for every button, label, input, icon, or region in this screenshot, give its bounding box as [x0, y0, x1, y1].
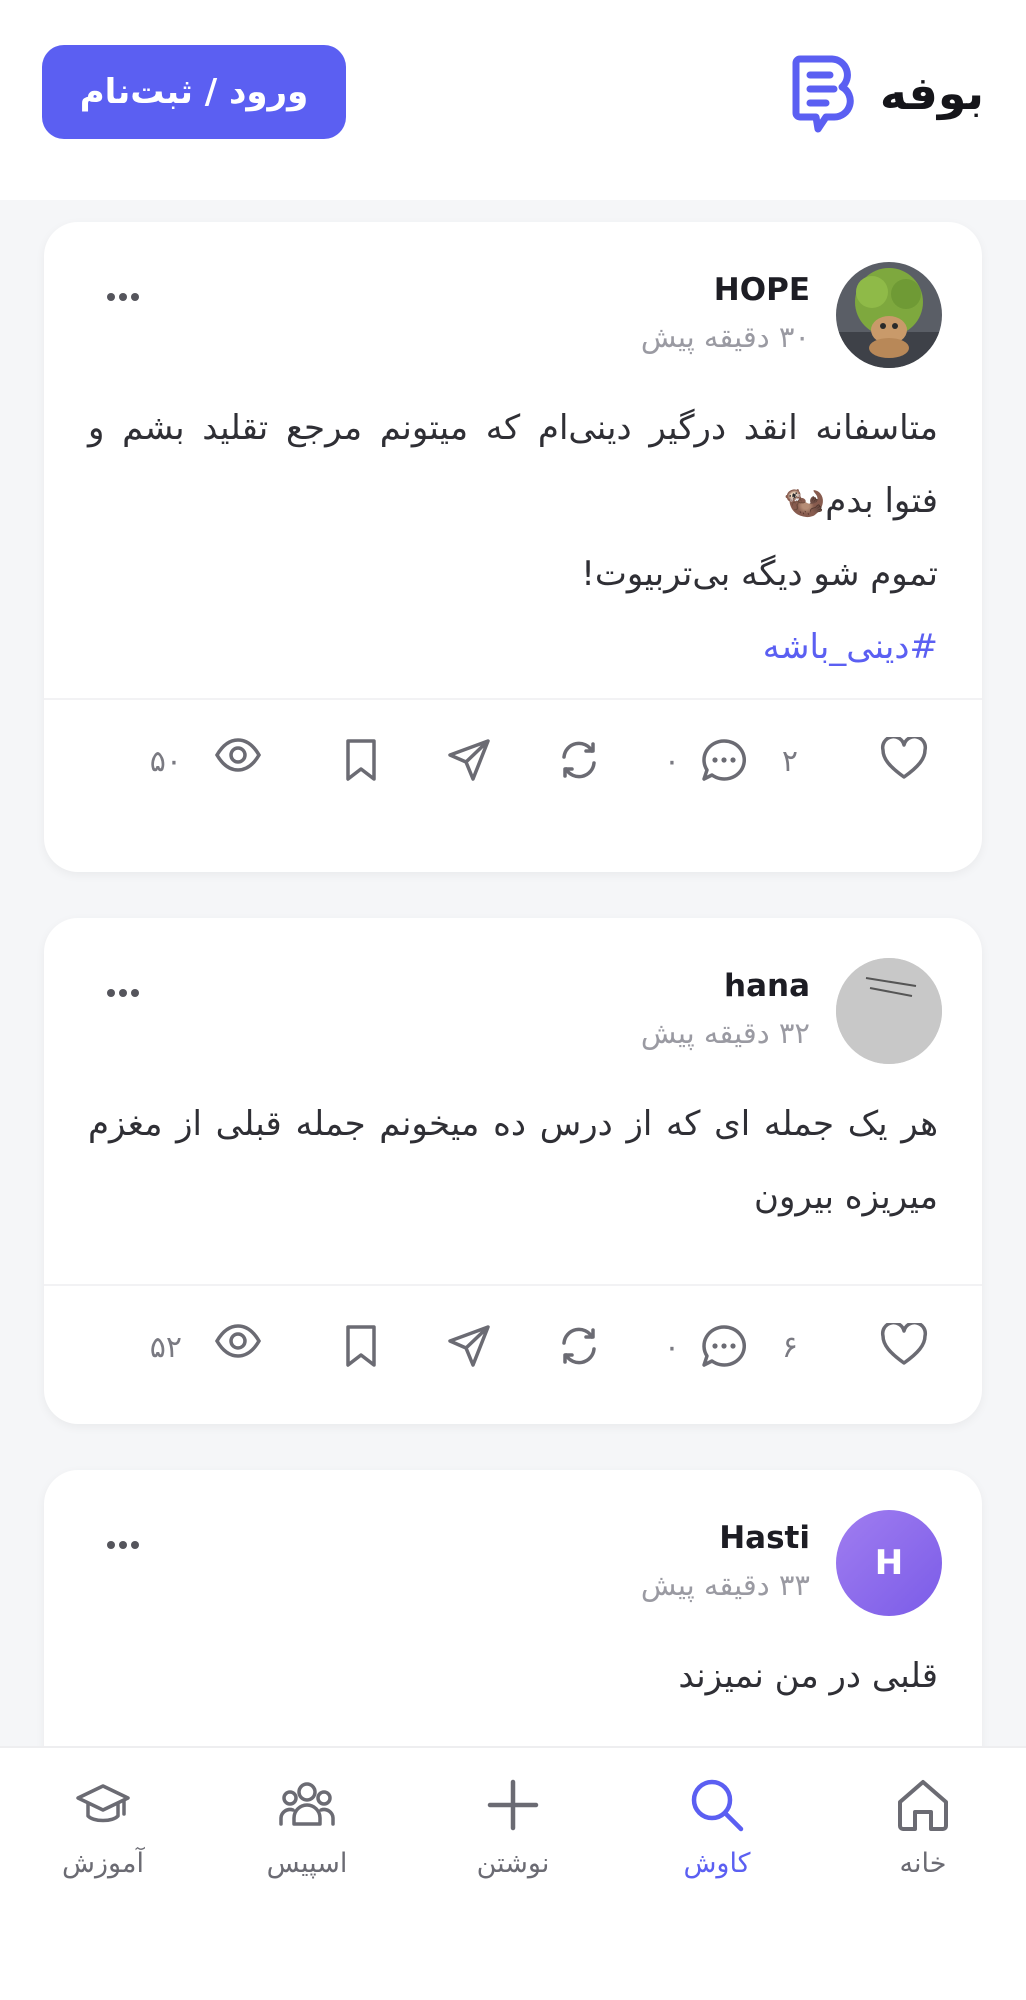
- bottom-nav: خانه کاوش نوشتن اسپیس آموزش: [0, 1746, 1026, 2000]
- users-icon: [278, 1776, 336, 1834]
- logo-icon: [788, 51, 858, 135]
- like-count: ۲: [781, 744, 798, 779]
- post-author[interactable]: Hasti: [719, 1520, 810, 1556]
- view-count: ۵۲: [149, 1330, 182, 1365]
- bookmark-icon[interactable]: [344, 1323, 378, 1369]
- more-options-icon[interactable]: [106, 988, 140, 998]
- comment-count: ۰: [663, 1330, 680, 1365]
- post-time: ۳۲ دقیقه پیش: [640, 1016, 810, 1050]
- post-feed: HOPE ۳۰ دقیقه پیش متاسفانه انقد درگیر دی…: [0, 200, 1026, 1746]
- view-count: ۵۰: [149, 744, 182, 779]
- nav-home[interactable]: خانه: [848, 1776, 998, 1879]
- avatar[interactable]: [836, 262, 942, 368]
- nav-learn[interactable]: آموزش: [28, 1776, 178, 1879]
- post-author[interactable]: hana: [724, 968, 810, 1004]
- post-text-line: متاسفانه انقد درگیر دینی‌ام که میتونم مر…: [88, 408, 938, 521]
- post-text-line: هر یک جمله ای که از درس ده میخونم جمله ق…: [88, 1104, 938, 1217]
- like-icon[interactable]: [880, 737, 928, 781]
- share-icon[interactable]: [446, 1323, 492, 1369]
- more-options-icon[interactable]: [106, 292, 140, 302]
- post-time: ۳۳ دقیقه پیش: [640, 1568, 810, 1602]
- post-text-line: تموم شو دیگه بی‌تربیوت!: [581, 554, 938, 594]
- hashtag-link[interactable]: #دینی_باشه: [88, 611, 938, 684]
- like-count: ۶: [781, 1330, 798, 1365]
- post-body: متاسفانه انقد درگیر دینی‌ام که میتونم مر…: [44, 392, 982, 698]
- post-card: HOPE ۳۰ دقیقه پیش متاسفانه انقد درگیر دی…: [44, 222, 982, 872]
- repost-icon[interactable]: [556, 737, 602, 783]
- app-header: ورود / ثبت‌نام بوفه: [0, 0, 1026, 200]
- repost-icon[interactable]: [556, 1323, 602, 1369]
- post-card: H Hasti ۳۳ دقیقه پیش قلبی در من نمیزند: [44, 1470, 982, 1746]
- login-signup-button[interactable]: ورود / ثبت‌نام: [42, 45, 346, 139]
- views-icon: [214, 1323, 262, 1359]
- comment-icon[interactable]: [700, 737, 748, 783]
- post-body: هر یک جمله ای که از درس ده میخونم جمله ق…: [44, 1088, 982, 1284]
- nav-label: نوشتن: [476, 1848, 550, 1879]
- home-icon: [894, 1776, 952, 1834]
- post-author[interactable]: HOPE: [714, 272, 810, 308]
- like-icon[interactable]: [880, 1323, 928, 1367]
- post-actions: ۶ ۰ ۵۲: [44, 1286, 982, 1424]
- nav-write[interactable]: نوشتن: [438, 1776, 588, 1879]
- brand[interactable]: بوفه: [788, 48, 984, 138]
- post-actions: ۲ ۰ ۵۰: [44, 700, 982, 838]
- avatar[interactable]: [836, 958, 942, 1064]
- graduation-cap-icon: [74, 1776, 132, 1834]
- post-card: hana ۳۲ دقیقه پیش هر یک جمله ای که از در…: [44, 918, 982, 1424]
- nav-label: اسپیس: [266, 1848, 348, 1879]
- post-time: ۳۰ دقیقه پیش: [640, 320, 810, 354]
- more-options-icon[interactable]: [106, 1540, 140, 1550]
- avatar[interactable]: H: [836, 1510, 942, 1616]
- comment-count: ۰: [663, 744, 680, 779]
- brand-name: بوفه: [879, 66, 984, 120]
- search-icon: [688, 1776, 746, 1834]
- avatar-letter: H: [874, 1543, 904, 1583]
- nav-explore[interactable]: کاوش: [642, 1776, 792, 1879]
- nav-label: آموزش: [62, 1848, 144, 1879]
- bookmark-icon[interactable]: [344, 737, 378, 783]
- comment-icon[interactable]: [700, 1323, 748, 1369]
- share-icon[interactable]: [446, 737, 492, 783]
- plus-icon: [484, 1776, 542, 1834]
- post-text-line: قلبی در من نمیزند: [678, 1656, 938, 1696]
- nav-space[interactable]: اسپیس: [232, 1776, 382, 1879]
- nav-label: خانه: [899, 1848, 947, 1879]
- nav-label: کاوش: [683, 1848, 751, 1879]
- views-icon: [214, 737, 262, 773]
- post-body: قلبی در من نمیزند: [44, 1640, 982, 1713]
